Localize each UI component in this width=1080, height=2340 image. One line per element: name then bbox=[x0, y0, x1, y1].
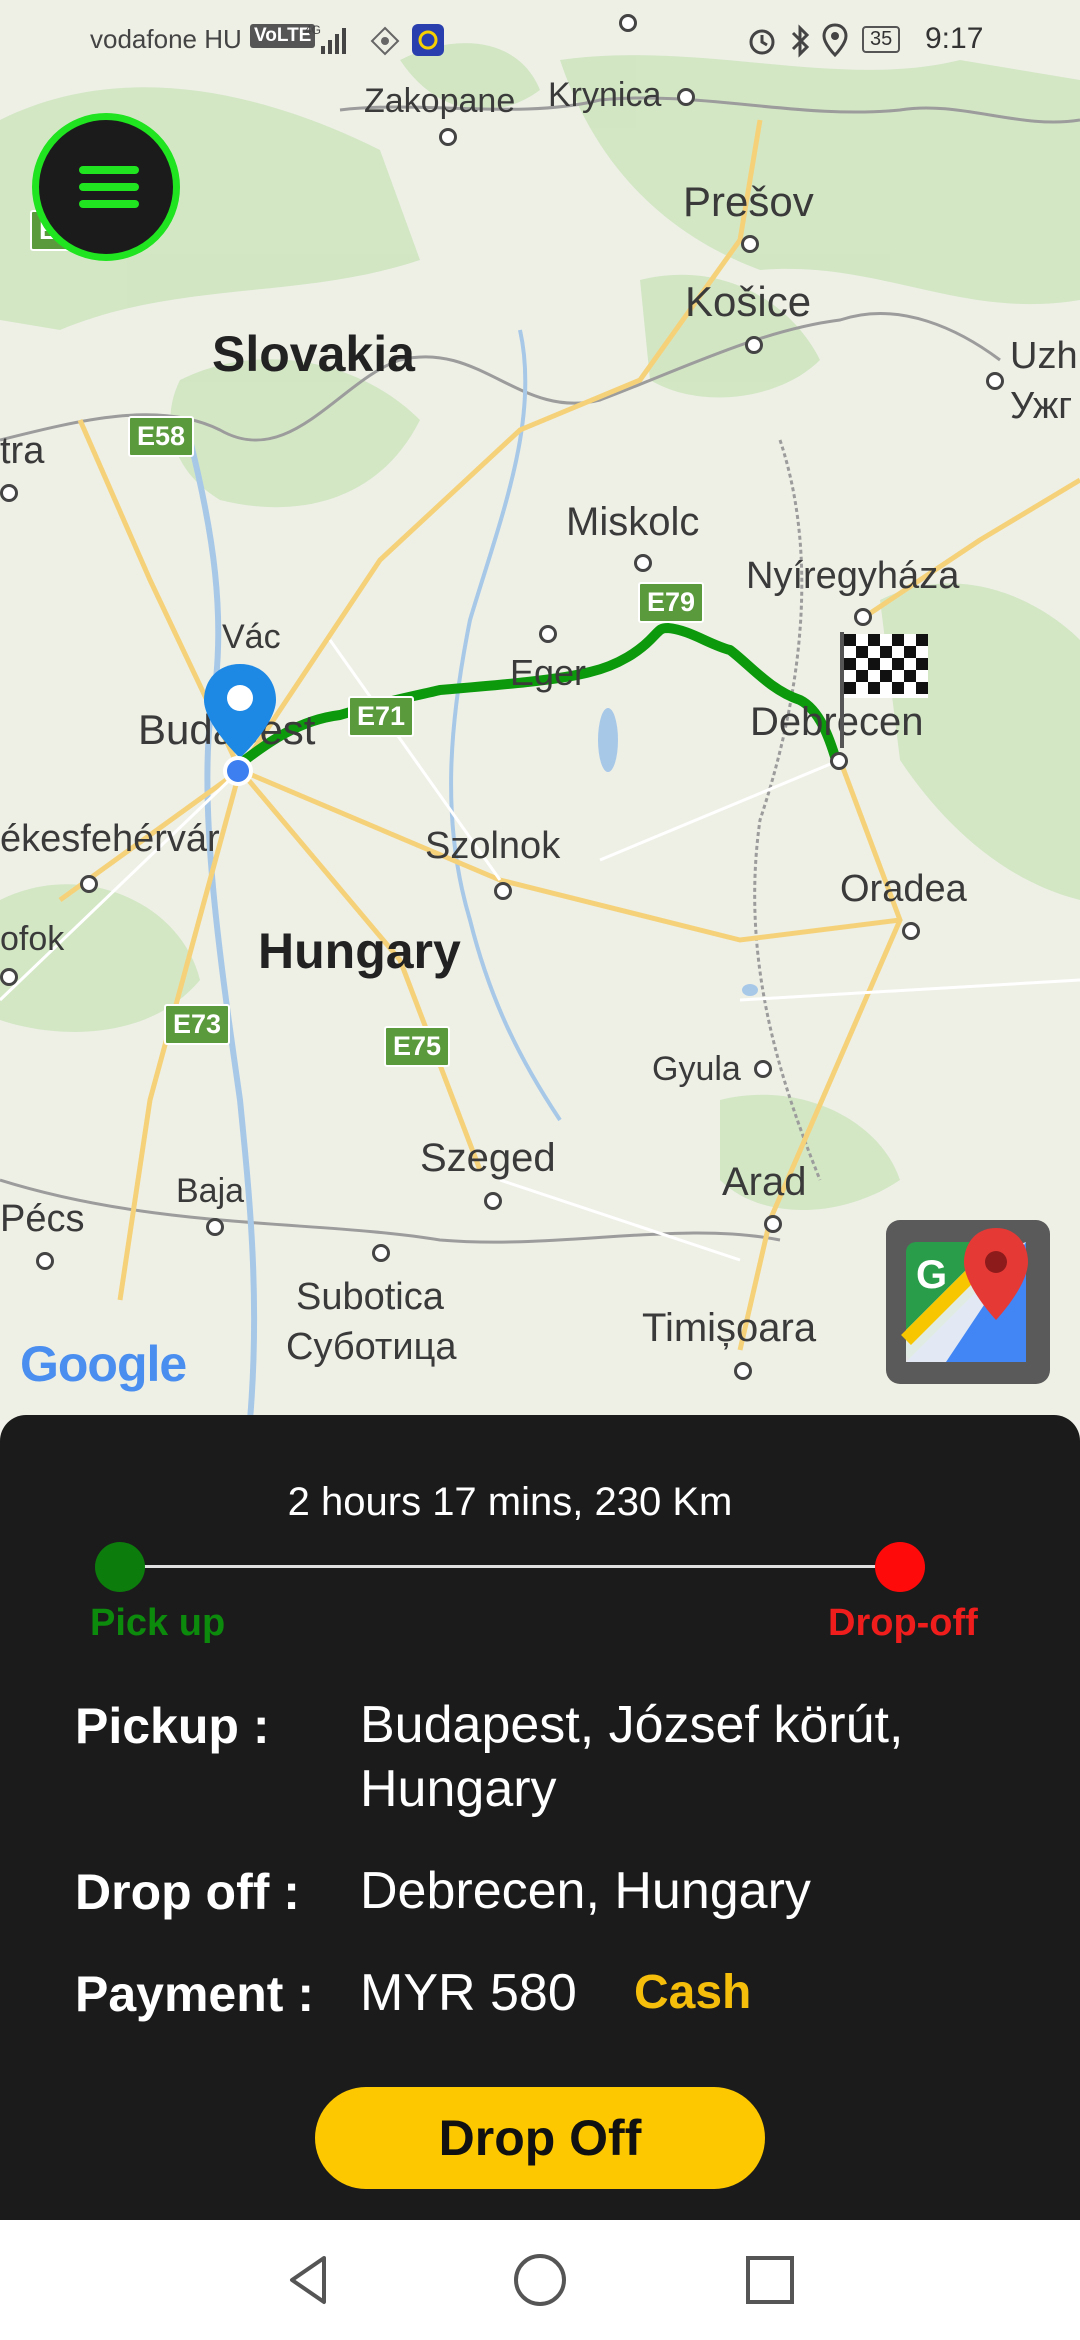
battery-indicator: 35 bbox=[862, 26, 901, 53]
trip-details-panel: 2 hours 17 mins, 230 Km Pick up Drop-off… bbox=[0, 1415, 1080, 2220]
place-label: Szolnok bbox=[425, 825, 561, 867]
google-attribution: Google bbox=[20, 1336, 187, 1392]
payment-amount: MYR 580 bbox=[360, 1964, 577, 2022]
city-dot bbox=[902, 922, 920, 940]
city-dot bbox=[80, 875, 98, 893]
place-label: Prešov bbox=[683, 178, 814, 225]
city-dot bbox=[36, 1252, 54, 1270]
city-dot bbox=[539, 625, 557, 643]
recents-icon[interactable] bbox=[740, 2250, 800, 2310]
place-label: Subotica bbox=[296, 1276, 444, 1318]
bluetooth-icon bbox=[791, 24, 810, 58]
payment-method: Cash bbox=[634, 1966, 752, 2019]
place-label: Baja bbox=[176, 1172, 245, 1210]
place-label: Uzh bbox=[1010, 335, 1078, 377]
place-label: Timișoara bbox=[642, 1306, 817, 1350]
carrier-name: vodafone HU bbox=[90, 24, 242, 54]
city-dot bbox=[677, 88, 695, 106]
city-dot bbox=[734, 1362, 752, 1380]
road-shield: E71 bbox=[348, 696, 415, 737]
city-dot bbox=[494, 882, 512, 900]
city-dot bbox=[439, 128, 457, 146]
route-summary: 2 hours 17 mins, 230 Km bbox=[287, 1480, 733, 1524]
location-icon bbox=[822, 23, 848, 58]
city-dot bbox=[854, 608, 872, 626]
city-dot bbox=[754, 1060, 772, 1078]
place-label: Košice bbox=[685, 278, 812, 325]
status-time: 9:17 bbox=[925, 22, 984, 55]
home-icon[interactable] bbox=[510, 2250, 570, 2310]
destination-flag-icon[interactable] bbox=[838, 630, 928, 750]
payment-label: Payment : bbox=[75, 1966, 314, 2022]
dropoff-address: Debrecen, Hungary bbox=[360, 1862, 811, 1920]
place-label: Суботица bbox=[286, 1326, 457, 1368]
city-dot bbox=[986, 372, 1004, 390]
place-label: ékesfehérvár bbox=[0, 818, 220, 860]
city-dot bbox=[830, 752, 848, 770]
alarm-icon bbox=[749, 29, 775, 55]
pickup-address-line1: Budapest, József körút, bbox=[360, 1696, 904, 1754]
pickup-marker-label: Pick up bbox=[90, 1602, 226, 1644]
menu-button[interactable] bbox=[32, 113, 180, 261]
pickup-pin-icon[interactable] bbox=[200, 662, 280, 792]
app-notification-icon bbox=[412, 24, 444, 56]
place-label: Gyula bbox=[652, 1050, 741, 1088]
city-dot bbox=[0, 968, 18, 986]
dropoff-label: Drop off : bbox=[75, 1864, 300, 1920]
back-icon[interactable] bbox=[280, 2250, 340, 2310]
place-label: Pécs bbox=[0, 1198, 85, 1240]
signal-icon: 4G bbox=[305, 23, 346, 54]
dropoff-marker bbox=[875, 1542, 925, 1592]
place-label: tra bbox=[0, 430, 45, 472]
status-bar: vodafone HU VoLTE 4G 35 9:17 bbox=[0, 0, 1080, 80]
city-dot bbox=[745, 336, 763, 354]
pickup-marker bbox=[95, 1542, 145, 1592]
city-dot bbox=[741, 235, 759, 253]
place-label: Arad bbox=[722, 1160, 807, 1204]
road-shield: E73 bbox=[164, 1004, 231, 1045]
road-shield: E79 bbox=[638, 582, 705, 623]
system-nav-bar bbox=[0, 2220, 1080, 2340]
place-label: ofok bbox=[0, 920, 65, 958]
place-label: Oradea bbox=[840, 868, 967, 910]
trip-progress-line bbox=[120, 1565, 900, 1568]
city-dot bbox=[0, 484, 18, 502]
drop-off-button[interactable]: Drop Off bbox=[315, 2087, 765, 2189]
svg-text:G: G bbox=[916, 1253, 947, 1297]
place-label: Vác bbox=[222, 618, 281, 656]
city-dot bbox=[634, 554, 652, 572]
pickup-address-line2: Hungary bbox=[360, 1760, 557, 1818]
pickup-address: Budapest, József körút, Hungary bbox=[360, 1693, 903, 1821]
place-label: Miskolc bbox=[566, 500, 700, 544]
dropoff-marker-label: Drop-off bbox=[828, 1602, 978, 1644]
place-label: Nyíregyháza bbox=[746, 555, 960, 597]
place-label: Zakopane bbox=[364, 82, 516, 120]
svg-text:4G: 4G bbox=[305, 23, 321, 37]
map-view[interactable]: Slovakia Hungary Zakopane Krynica Prešov… bbox=[0, 0, 1080, 1420]
place-label: Szeged bbox=[420, 1136, 556, 1180]
country-label: Hungary bbox=[258, 923, 461, 979]
road-shield: E58 bbox=[128, 416, 195, 457]
road-shield: E75 bbox=[384, 1026, 451, 1067]
city-dot bbox=[372, 1244, 390, 1262]
open-google-maps-button[interactable]: G bbox=[886, 1220, 1050, 1384]
place-label: Eger bbox=[510, 652, 587, 693]
pickup-label: Pickup : bbox=[75, 1698, 270, 1754]
city-dot bbox=[484, 1192, 502, 1210]
place-label: Krynica bbox=[548, 76, 662, 114]
city-dot bbox=[206, 1218, 224, 1236]
nfc-icon bbox=[370, 26, 400, 56]
place-label: Ужг bbox=[1010, 385, 1073, 427]
city-dot bbox=[764, 1215, 782, 1233]
google-maps-icon: G bbox=[901, 1228, 1028, 1362]
country-label: Slovakia bbox=[212, 326, 415, 382]
